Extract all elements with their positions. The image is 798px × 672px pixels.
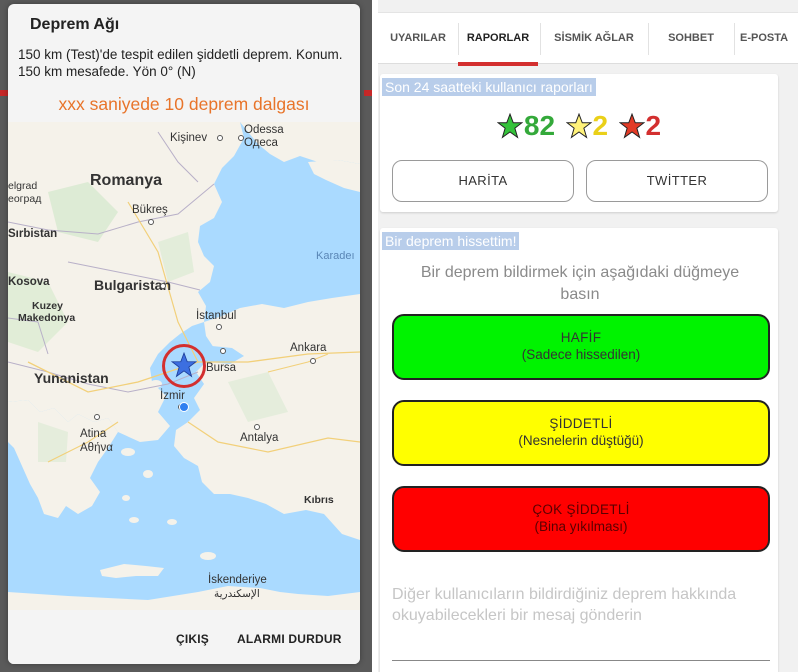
- reports-header: Son 24 saatteki kullanıcı raporları: [382, 78, 596, 96]
- strong-button-title: ŞİDDETLİ: [549, 416, 613, 431]
- city-dot: [160, 283, 166, 289]
- map-label-odessa-cyrillic: Одеса: [244, 137, 278, 149]
- map-label-belgrade: elgrad: [8, 180, 38, 192]
- epicenter-circle: [162, 344, 206, 388]
- severe-report-count: 2: [618, 110, 662, 142]
- exit-button[interactable]: ÇIKIŞ: [176, 632, 209, 646]
- felt-earthquake-card: Bir deprem hissettim! Bir deprem bildirm…: [380, 228, 778, 672]
- dialog-actions: ÇIKIŞ ALARMI DURDUR: [8, 610, 360, 664]
- map-label-izmir: İzmir: [160, 390, 185, 402]
- city-dot: [220, 348, 226, 354]
- map-label-antalya: Antalya: [240, 432, 279, 444]
- tab-email[interactable]: E-POSTA: [740, 13, 798, 65]
- stop-alarm-button[interactable]: ALARMI DURDUR: [237, 632, 342, 646]
- city-dot: [148, 219, 154, 225]
- city-dot: [254, 424, 260, 430]
- severe-quake-button[interactable]: ÇOK ŞİDDETLİ (Bina yıkılması): [392, 486, 770, 552]
- report-instructions: Bir deprem bildirmek için aşağıdaki düğm…: [420, 264, 740, 303]
- map-label-belgrade-cyrillic: еоград: [8, 193, 42, 205]
- red-star-icon: [618, 112, 645, 139]
- map-label-serbia: Sırbistan: [8, 228, 58, 240]
- severe-button-title: ÇOK ŞİDDETLİ: [532, 502, 630, 517]
- twitter-button[interactable]: TWİTTER: [586, 160, 768, 202]
- map-label-kisinev: Kişinev: [170, 132, 208, 144]
- map-label-ankara: Ankara: [290, 342, 327, 354]
- green-star-icon: [496, 112, 524, 139]
- yellow-count-value: 2: [592, 110, 609, 141]
- tab-reports[interactable]: RAPORLAR: [458, 13, 538, 66]
- map-label-istanbul: İstanbul: [196, 310, 237, 322]
- light-button-title: HAFİF: [560, 330, 602, 345]
- city-dot: [216, 324, 222, 330]
- map-label-cyprus: Kıbrıs: [304, 494, 334, 506]
- map-label-alexandria-arabic: الإسكندرية: [214, 588, 260, 600]
- map-label-greece: Yunanistan: [34, 370, 109, 386]
- earthquake-alert-dialog: Deprem Ağı 150 km (Test)'de tespit edile…: [8, 4, 360, 664]
- tab-seismic-networks[interactable]: SİSMİK AĞLAR: [540, 13, 648, 65]
- map-label-odessa: Odessa: [244, 124, 284, 136]
- map-label-athens-greek: Αθήνα: [80, 442, 113, 454]
- city-dot: [217, 135, 223, 141]
- felt-header: Bir deprem hissettim!: [382, 232, 520, 250]
- city-dot: [94, 414, 100, 420]
- map-button[interactable]: HARİTA: [392, 160, 574, 202]
- user-reports-card: Son 24 saatteki kullanıcı raporları 82 2…: [380, 74, 778, 212]
- epicenter-star-icon: [171, 352, 197, 378]
- city-dot: [310, 358, 316, 364]
- reports-screen: UYARILAR RAPORLAR SİSMİK AĞLAR SOHBET E-…: [378, 0, 798, 672]
- backdrop-accent: [364, 90, 372, 96]
- city-dot: [238, 135, 244, 141]
- severe-button-subtitle: (Bina yıkılması): [534, 519, 628, 534]
- report-counts: 82 2 2: [380, 110, 778, 146]
- tab-chat[interactable]: SOHBET: [648, 13, 734, 65]
- map-label-macedonia: Makedonya: [18, 312, 76, 324]
- dialog-title: Deprem Ağı: [30, 16, 120, 33]
- alert-message: 150 km (Test)'de tespit edilen şiddetli …: [18, 47, 343, 79]
- map-label-romania: Romanya: [90, 172, 163, 189]
- strong-quake-button[interactable]: ŞİDDETLİ (Nesnelerin düştüğü): [392, 400, 770, 466]
- tab-separator: [734, 23, 735, 55]
- green-count-value: 82: [523, 110, 556, 141]
- map-label-bursa: Bursa: [206, 362, 237, 374]
- light-button-subtitle: (Sadece hissedilen): [521, 347, 641, 362]
- map-label-north: Kuzey: [32, 300, 63, 312]
- red-count-value: 2: [645, 110, 662, 141]
- map-label-black-sea: Karadeı: [316, 250, 355, 262]
- map-label-athens: Atina: [80, 428, 107, 440]
- message-input-underline: [392, 660, 770, 661]
- strong-report-count: 2: [565, 110, 609, 142]
- yellow-star-icon: [565, 112, 592, 139]
- tab-alerts[interactable]: UYARILAR: [378, 13, 458, 65]
- backdrop-accent: [0, 90, 8, 96]
- strong-button-subtitle: (Nesnelerin düştüğü): [518, 433, 644, 448]
- tab-bar: UYARILAR RAPORLAR SİSMİK AĞLAR SOHBET E-…: [378, 12, 798, 66]
- epicenter-map[interactable]: Odessa Одеса Kişinev Romanya elgrad еогр…: [8, 122, 360, 610]
- message-input[interactable]: Diğer kullanıcıların bildirdiğiniz depre…: [392, 584, 770, 626]
- wave-countdown: xxx saniyede 10 deprem dalgası: [58, 94, 310, 114]
- map-label-alexandria: İskenderiye: [208, 574, 267, 586]
- map-label-bucharest: Bükreş: [132, 204, 168, 216]
- user-location-dot: [179, 402, 189, 412]
- map-label-kosovo: Kosova: [8, 276, 50, 288]
- light-quake-button[interactable]: HAFİF (Sadece hissedilen): [392, 314, 770, 380]
- light-report-count: 82: [496, 110, 556, 142]
